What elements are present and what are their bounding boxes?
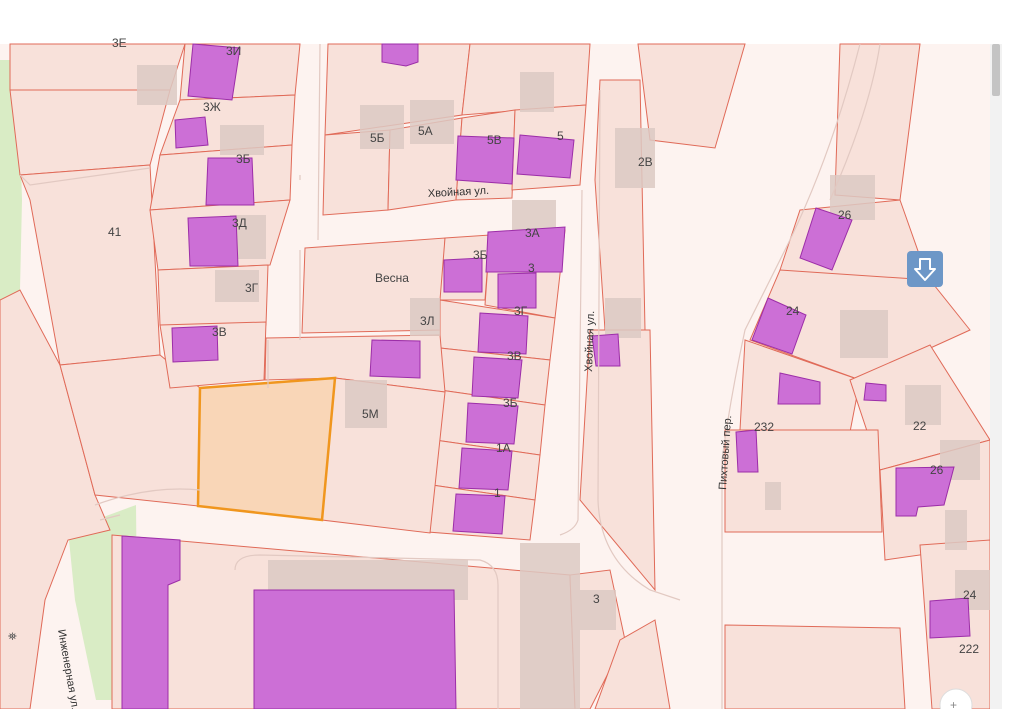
structure-shadow [520,543,580,709]
building[interactable] [381,43,419,67]
parcel-label: 24 [963,588,977,602]
parcel-label: 232 [754,420,774,434]
structure-shadow [137,65,177,105]
arrow-down-icon[interactable] [907,251,943,287]
locate-pin-glyph [914,258,936,281]
selected-parcel[interactable] [196,376,337,522]
parcel-label: 5В [487,133,502,147]
parcel-label: 22 [913,419,927,433]
parcel-label: 2В [638,155,653,169]
parcel-label: 3Б [236,152,251,166]
parcel-label: 3Г [514,304,528,318]
parcel-label: 3Д [232,216,247,230]
structure-shadow [840,310,888,358]
parcel-label: 1А [496,441,511,455]
parcel-label: 26 [930,463,944,477]
building[interactable] [591,333,621,367]
parcel-label: 3Г [245,281,259,295]
parcel-label: 5Б [370,131,385,145]
scrollbar-thumb[interactable] [992,44,1000,96]
plus-icon[interactable]: + [950,698,957,712]
parcel-label: 3 [528,261,535,275]
building[interactable] [929,597,971,639]
parcel-label: 3И [226,44,241,58]
parcel-label: 26 [838,208,852,222]
top-blank-area [0,0,1023,44]
building[interactable] [477,312,529,355]
parcel-label: 1 [494,486,501,500]
structure-shadow [520,72,554,112]
structure-shadow [830,175,875,220]
building[interactable] [735,429,759,473]
street-label-khvoynaya-vertical: Хвойная ул. [583,310,597,372]
parcel-label-vesna: Весна [375,271,409,285]
building[interactable] [863,382,887,402]
parcel-label: 3В [212,325,227,339]
parcel-label: 3 [593,592,600,606]
map-canvas[interactable]: 3Е 3И 3Ж 3Б 3Д 3Г 3В 41 Весна 3Л 5М 5Б 5… [0,0,1023,714]
building[interactable] [187,215,239,267]
building[interactable] [174,116,209,149]
parcel-label: 5А [418,124,433,138]
parcel-label: 5М [362,407,379,421]
marker-icon: ⛯ [8,631,17,643]
parcel-label: 3Б [503,396,518,410]
building[interactable] [443,257,483,293]
parcel-label: 24 [786,304,800,318]
parcel-2v[interactable] [594,79,646,331]
building[interactable] [471,356,523,399]
building[interactable] [455,135,515,185]
building[interactable] [497,272,537,309]
parcel-label: 5 [557,129,564,143]
cadastral-map[interactable]: 3Е 3И 3Ж 3Б 3Д 3Г 3В 41 Весна 3Л 5М 5Б 5… [0,0,1023,714]
structure-shadow [220,125,264,155]
building[interactable] [516,134,575,179]
structure-shadow [945,510,967,550]
structure-shadow [765,482,781,510]
parcel-label: 3В [507,349,522,363]
vertical-scrollbar[interactable] [990,44,1002,709]
parcel-label: 41 [108,225,122,239]
parcel[interactable] [724,624,906,710]
parcel-label: 3Л [420,314,435,328]
parcel-label: 3Е [112,36,127,50]
parcel-label: 3А [525,226,540,240]
parcel-label: 3Ж [203,100,221,114]
parcel-label: 222 [959,642,979,656]
building[interactable] [452,493,506,535]
building[interactable] [369,339,421,379]
structure-shadow [605,298,641,338]
parcel-label: 3Б [473,248,488,262]
building-large[interactable] [253,589,457,710]
